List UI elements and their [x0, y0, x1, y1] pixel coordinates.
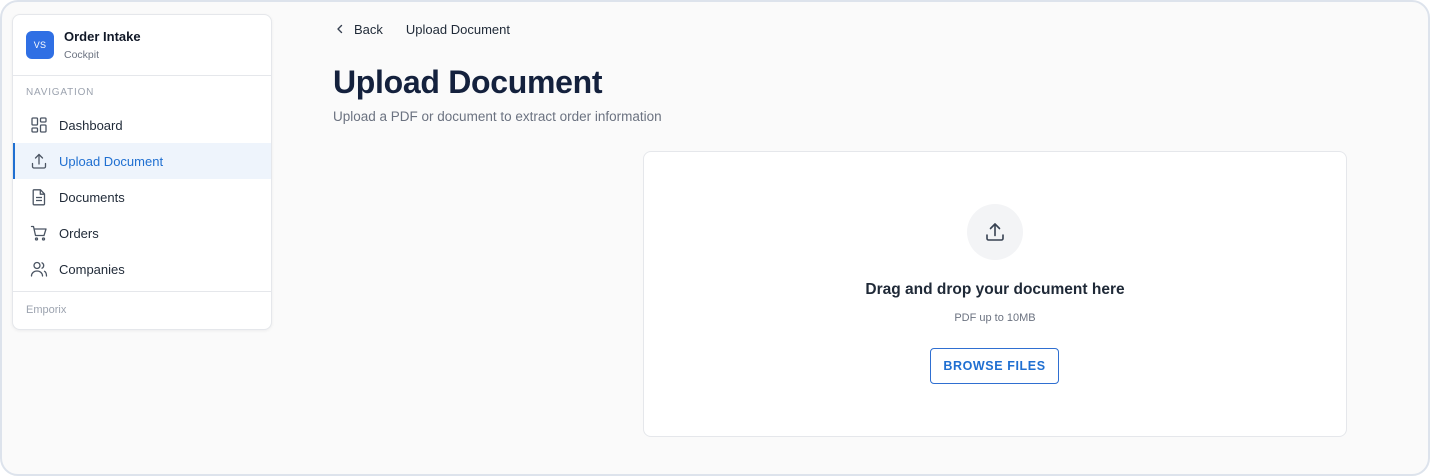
upload-dropzone[interactable]: Drag and drop your document here PDF up …	[643, 151, 1347, 437]
nav-heading: NAVIGATION	[26, 87, 95, 98]
back-label: Back	[354, 21, 383, 37]
breadcrumb: Back Upload Document	[333, 19, 510, 39]
brand: VS Order Intake Cockpit	[13, 15, 271, 76]
sidebar-item-orders[interactable]: Orders	[13, 215, 271, 251]
browse-files-button[interactable]: BROWSE FILES	[930, 348, 1059, 384]
dropzone-hint: PDF up to 10MB	[954, 312, 1036, 324]
sidebar-item-upload-document[interactable]: Upload Document	[13, 143, 271, 179]
sidebar-item-companies[interactable]: Companies	[13, 251, 271, 287]
sidebar-item-label: Companies	[59, 261, 125, 277]
app-title: Order Intake	[64, 28, 141, 44]
sidebar-item-label: Orders	[59, 225, 99, 241]
app-logo: VS	[26, 31, 54, 59]
sidebar: VS Order Intake Cockpit NAVIGATION Dashb…	[12, 14, 272, 330]
upload-icon	[967, 204, 1023, 260]
dashboard-icon	[29, 115, 49, 135]
page-subtitle: Upload a PDF or document to extract orde…	[333, 109, 662, 124]
upload-icon	[29, 151, 49, 171]
sidebar-item-label: Upload Document	[59, 153, 164, 169]
dropzone-title: Drag and drop your document here	[865, 281, 1125, 298]
sidebar-item-label: Dashboard	[59, 117, 123, 133]
sidebar-item-label: Documents	[59, 189, 125, 205]
breadcrumb-current: Upload Document	[405, 21, 510, 37]
app-subtitle: Cockpit	[64, 48, 100, 61]
page-title: Upload Document	[333, 64, 603, 100]
back-button[interactable]: Back	[333, 22, 383, 37]
sidebar-item-dashboard[interactable]: Dashboard	[13, 107, 271, 143]
app-window: VS Order Intake Cockpit NAVIGATION Dashb…	[0, 0, 1430, 476]
sidebar-item-documents[interactable]: Documents	[13, 179, 271, 215]
users-icon	[29, 259, 49, 279]
chevron-left-icon	[333, 22, 347, 36]
cart-icon	[29, 223, 49, 243]
sidebar-footer: Emporix	[13, 291, 271, 329]
document-icon	[29, 187, 49, 207]
